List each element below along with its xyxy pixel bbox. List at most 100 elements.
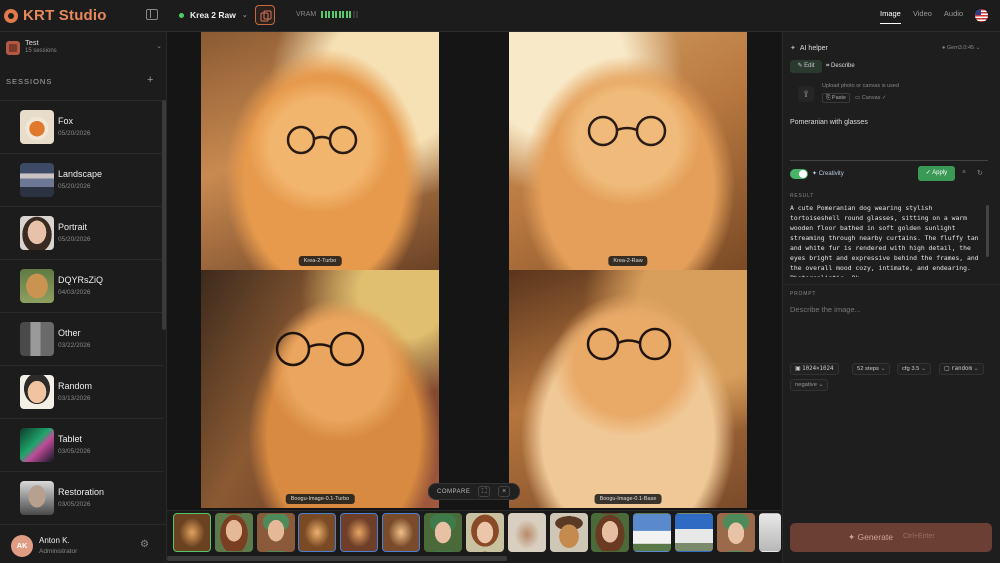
gear-icon[interactable]: ⚙ — [140, 539, 149, 550]
model-selector[interactable]: Krea 2 Raw ⌄ — [179, 10, 248, 20]
sidebar-item-random[interactable]: Random 03/13/2026 — [0, 365, 163, 418]
glasses-icon — [587, 115, 667, 147]
ai-helper-heading: ✦ AI helper — [790, 44, 828, 53]
random-thumb — [20, 375, 54, 409]
model-name: Krea 2 Raw — [190, 10, 236, 20]
history-thumb[interactable] — [466, 513, 504, 552]
tablet-thumb — [20, 428, 54, 462]
upload-area[interactable]: ⇪ Upload photo or canvas is used ⎘ Paste… — [790, 80, 986, 108]
result-text[interactable]: A cute Pomeranian dog wearing stylish to… — [790, 203, 985, 277]
creativity-label: ✦ Creativity — [812, 171, 844, 177]
history-thumb[interactable] — [633, 513, 671, 552]
negative-chip[interactable]: negative ⌄ — [790, 379, 829, 391]
session-name: Random — [58, 381, 93, 391]
divider — [782, 284, 1000, 285]
image-cell-4[interactable]: Boogu-Image-0.1-Base — [509, 270, 747, 508]
model-label: Boogu-Image-0.1-Base — [594, 494, 662, 504]
sidebar-scrollbar[interactable] — [162, 100, 166, 330]
vram-bar — [345, 11, 348, 18]
cfg-chip[interactable]: cfg 3.5 ⌄ — [897, 363, 931, 375]
history-thumb[interactable] — [508, 513, 546, 552]
vram-bar — [356, 11, 359, 18]
history-thumb[interactable] — [257, 513, 295, 552]
landscape-thumb — [20, 163, 54, 197]
history-thumb[interactable] — [340, 513, 378, 552]
prompt-input[interactable] — [790, 305, 986, 350]
history-thumb[interactable] — [382, 513, 420, 552]
history-thumb[interactable] — [591, 513, 629, 552]
vram-bars — [321, 11, 359, 18]
compare-button[interactable]: COMPARE — [437, 489, 470, 495]
cfg-value: cfg 3.5 — [902, 366, 920, 372]
history-thumb[interactable] — [298, 513, 336, 552]
paste-button[interactable]: ⎘ Paste — [822, 93, 850, 103]
sidebar-item-landscape[interactable]: Landscape 05/20/2026 — [0, 153, 163, 206]
close-icon[interactable]: × — [498, 486, 511, 497]
session-name: Portrait — [58, 222, 88, 232]
glasses-icon — [586, 327, 672, 361]
session-name: Fox — [58, 116, 74, 126]
tab-audio[interactable]: Audio — [944, 9, 963, 24]
history-thumb[interactable] — [424, 513, 462, 552]
vram-bar — [321, 11, 324, 18]
creativity-toggle[interactable] — [790, 169, 808, 179]
sidebar-item-tablet[interactable]: Tablet 03/05/2026 — [0, 418, 163, 471]
close-icon[interactable]: × — [962, 169, 966, 176]
app-logo[interactable]: KRT Studio — [4, 7, 107, 24]
restoration-thumb — [20, 481, 54, 515]
describe-button[interactable]: ⌗ Describe — [826, 60, 866, 73]
history-thumb[interactable] — [550, 513, 588, 552]
sidebar-item-other[interactable]: Other 03/22/2026 — [0, 312, 163, 365]
chevron-down-icon: ⌄ — [156, 43, 162, 50]
apply-label: Apply — [932, 170, 948, 176]
glasses-icon — [286, 125, 358, 155]
size-chip[interactable]: ▣ 1024×1024 — [790, 363, 839, 375]
fullscreen-icon[interactable]: ⛶ — [478, 486, 491, 497]
apply-button[interactable]: ✓ Apply — [918, 166, 955, 181]
refresh-icon[interactable]: ↻ — [977, 169, 983, 177]
session-date: 03/05/2026 — [58, 501, 91, 508]
mode-tabs: Image Video Audio — [880, 9, 963, 24]
strip-scrollbar[interactable] — [167, 556, 507, 561]
steps-chip[interactable]: 52 steps ⌄ — [852, 363, 891, 375]
canvas-label: Canvas ✓ — [861, 95, 887, 101]
upload-text: Upload photo or canvas is used — [822, 83, 900, 89]
result-scrollbar[interactable] — [986, 205, 989, 257]
history-thumb[interactable] — [717, 513, 755, 552]
history-thumb[interactable] — [173, 513, 211, 552]
gallery-button[interactable] — [255, 5, 275, 25]
session-date: 05/20/2026 — [58, 183, 91, 190]
add-session-icon[interactable]: + — [147, 74, 153, 86]
compare-toolbar: COMPARE ⛶ × — [428, 483, 520, 500]
language-flag-icon[interactable] — [975, 9, 988, 22]
seed-chip[interactable]: ▢ random ⌄ — [939, 363, 984, 375]
edit-button[interactable]: ✎ Edit — [790, 60, 822, 73]
image-cell-2[interactable]: Krea-2-Raw — [509, 32, 747, 270]
sidebar-item-portrait[interactable]: Portrait 05/20/2026 — [0, 206, 163, 259]
ai-model-selector[interactable]: ● Gem3.0:45 ⌄ — [942, 45, 980, 51]
prompt-heading: PROMPT — [790, 291, 817, 297]
history-thumb[interactable] — [759, 513, 781, 552]
tab-image[interactable]: Image — [880, 9, 901, 24]
history-thumb[interactable] — [675, 513, 713, 552]
session-date: 03/22/2026 — [58, 342, 91, 349]
helper-input[interactable]: Pomeranian with glasses — [790, 119, 868, 126]
ai-model-name: Gem3.0:45 — [946, 45, 975, 51]
sparkle-icon: ✦ — [790, 45, 796, 52]
steps-value: 52 steps — [857, 366, 879, 372]
sidebar-item-dqyrsziq[interactable]: DQYRsZiQ 04/03/2026 — [0, 259, 163, 312]
image-cell-3[interactable]: Boogu-Image-0.1-Turbo — [201, 270, 439, 508]
image-cell-1[interactable]: Krea-2-Turbo — [201, 32, 439, 270]
generate-button[interactable]: ✦ Generate Ctrl+Enter — [790, 523, 992, 552]
session-name: DQYRsZiQ — [58, 275, 103, 285]
status-dot — [179, 12, 184, 18]
generate-text: Generate — [857, 532, 893, 542]
sidebar-toggle-icon[interactable] — [146, 9, 158, 20]
sidebar-item-fox[interactable]: Fox 05/20/2026 — [0, 100, 163, 153]
sidebar-item-restoration[interactable]: Restoration 03/05/2026 — [0, 471, 163, 524]
project-count: 15 sessions — [25, 48, 57, 54]
project-selector[interactable]: Test 15 sessions ⌄ — [6, 38, 162, 58]
history-thumb[interactable] — [215, 513, 253, 552]
user-profile[interactable]: AK Anton K. Administrator ⚙ — [0, 524, 167, 563]
tab-video[interactable]: Video — [913, 9, 932, 24]
